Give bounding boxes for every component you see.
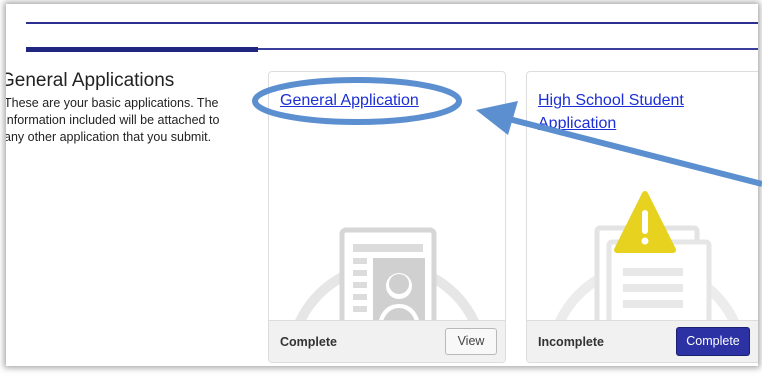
status-label: Incomplete [538,335,604,349]
high-school-application-link[interactable]: High School Student Application [538,89,748,135]
page-frame: General Applications These are your basi… [6,4,758,366]
view-button[interactable]: View [445,328,497,355]
complete-button[interactable]: Complete [676,327,750,356]
card-footer: Complete View [269,320,505,362]
section-description-line: information included will be attached to [6,113,220,127]
section-tab-rule [26,47,258,52]
section-title: General Applications [6,70,175,91]
header-rule-bottom [258,48,758,50]
header-rule-top [26,22,758,24]
general-application-link[interactable]: General Application [280,89,419,112]
profile-document-icon [286,227,488,362]
section-description-line: These are your basic applications. The [6,96,219,110]
status-label: Complete [280,335,337,349]
section-description-line: any other application that you submit. [6,130,212,144]
section-description: These are your basic applications. The i… [6,95,254,146]
card-footer: Incomplete Complete [527,320,758,362]
application-card-high-school: High School Student Application Incomple… [526,71,758,363]
application-card-general: General Application Complete View [268,71,506,363]
